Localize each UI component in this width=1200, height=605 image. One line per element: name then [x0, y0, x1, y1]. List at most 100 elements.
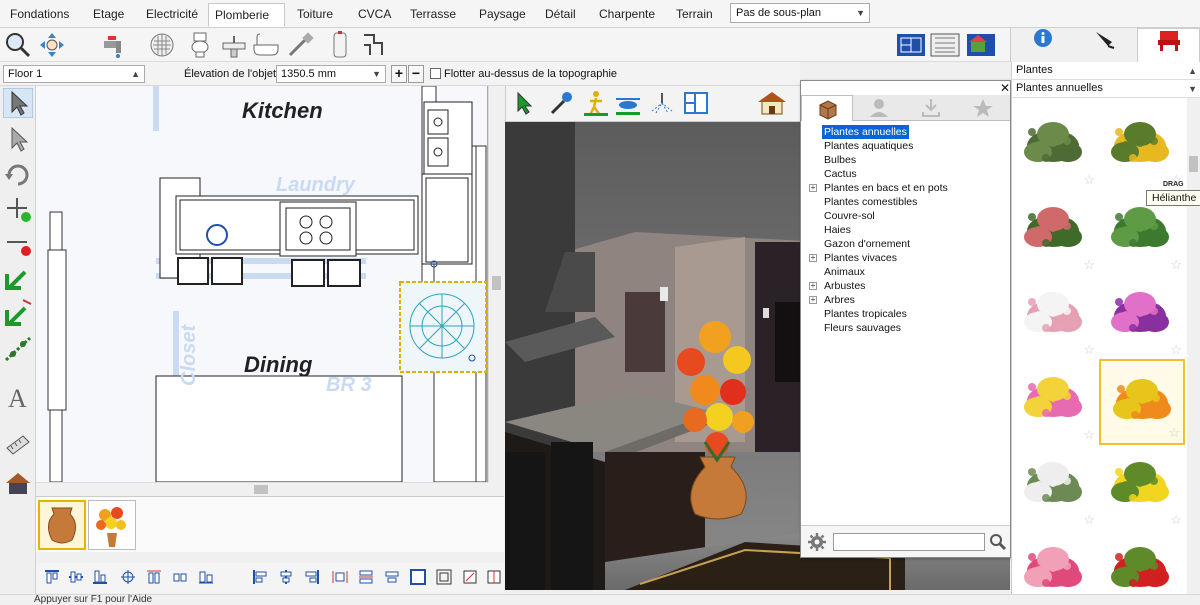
align-center-icon[interactable] — [278, 569, 294, 585]
zoom-icon[interactable] — [4, 31, 32, 59]
tab-cvca[interactable]: CVCA — [352, 3, 397, 27]
distribute-h-icon[interactable] — [146, 569, 162, 585]
favorite-star-icon[interactable]: ☆ — [1168, 425, 1180, 441]
tab-pen[interactable] — [1074, 28, 1137, 62]
plan-layout-icon[interactable] — [682, 89, 710, 117]
align-left-icon[interactable] — [252, 569, 268, 585]
tab-charpente[interactable]: Charpente — [593, 3, 661, 27]
stack-h-icon[interactable] — [384, 569, 400, 585]
plan-vertical-scrollbar[interactable] — [488, 86, 504, 482]
shower-icon[interactable] — [286, 31, 314, 59]
stack-icon[interactable] — [358, 569, 374, 585]
favorite-star-icon[interactable]: ☆ — [1083, 427, 1095, 443]
close-icon[interactable]: ✕ — [999, 81, 1011, 95]
tab-detail[interactable]: Détail — [539, 3, 582, 27]
tab-catalog[interactable] — [801, 95, 853, 121]
aerial-view-icon[interactable] — [614, 89, 642, 117]
floor-select[interactable]: Floor 1 ▲ — [3, 65, 145, 83]
catalog-item-white-flowering-shrub[interactable]: ☆ — [1012, 444, 1098, 530]
sprinkler-icon[interactable] — [648, 89, 676, 117]
tab-user-catalog[interactable] — [853, 95, 905, 121]
vase-thumbnail[interactable] — [38, 500, 86, 550]
catalog-item-orange-bouquet[interactable]: ☆ — [1099, 359, 1185, 445]
favorite-star-icon[interactable]: ☆ — [1170, 342, 1182, 358]
snap-icon[interactable] — [462, 569, 478, 585]
tab-etage[interactable]: Etage — [87, 3, 130, 27]
scroll-thumb[interactable] — [1189, 156, 1198, 172]
catalog-item-green-shrub[interactable]: ☆ — [1012, 104, 1098, 190]
align-top-icon[interactable] — [44, 569, 60, 585]
dimension-tool-icon[interactable] — [3, 430, 33, 460]
bathtub-icon[interactable] — [252, 31, 280, 59]
pipe-icon[interactable] — [360, 31, 388, 59]
multi-select-icon[interactable] — [3, 124, 33, 154]
catalog-item-flowering-bush[interactable]: ☆ — [1012, 189, 1098, 275]
catalog-scrollbar[interactable] — [1187, 98, 1200, 594]
pan-icon[interactable] — [38, 31, 66, 59]
elevation-plus-button[interactable]: + — [391, 65, 407, 83]
tab-info[interactable] — [1011, 28, 1074, 62]
tab-favorites[interactable] — [957, 95, 1009, 121]
catalog-item-red-flowers[interactable]: ☆ — [1099, 529, 1185, 594]
distribute-v-icon[interactable] — [172, 569, 188, 585]
walkthrough-icon[interactable] — [582, 89, 610, 117]
float-topography-checkbox[interactable] — [430, 68, 441, 79]
align-bottom-icon[interactable] — [92, 569, 108, 585]
favorite-star-icon[interactable]: ☆ — [1083, 342, 1095, 358]
favorite-star-icon[interactable]: ☆ — [1083, 512, 1095, 528]
tab-terrain[interactable]: Terrain — [670, 3, 719, 27]
category-select[interactable]: Plantes ▲ — [1012, 62, 1200, 80]
remove-point-icon[interactable] — [3, 228, 33, 258]
drain-grid-icon[interactable] — [148, 31, 176, 59]
add-point-icon[interactable] — [3, 194, 33, 224]
elevation-view-icon[interactable] — [930, 31, 960, 59]
water-heater-icon[interactable] — [326, 31, 354, 59]
3d-view-icon[interactable] — [966, 31, 996, 59]
center-icon[interactable] — [120, 569, 136, 585]
break-icon[interactable] — [3, 298, 33, 328]
subcategory-select[interactable]: Plantes annuelles ▼ — [1012, 80, 1200, 98]
rotate-icon[interactable] — [3, 160, 33, 190]
select-arrow-icon[interactable] — [3, 88, 33, 118]
scroll-thumb[interactable] — [254, 485, 268, 494]
align-middle-icon[interactable] — [68, 569, 84, 585]
toilet-icon[interactable] — [186, 31, 214, 59]
tab-toiture[interactable]: Toiture — [291, 3, 339, 27]
tab-electricite[interactable]: Electricité — [140, 3, 204, 27]
text-tool-icon[interactable]: A — [3, 382, 33, 412]
favorite-star-icon[interactable]: ☆ — [1083, 257, 1095, 273]
align-right-icon[interactable] — [304, 569, 320, 585]
tab-plomberie[interactable]: Plomberie — [208, 3, 285, 27]
library-search-input[interactable] — [833, 533, 985, 551]
floor-plan-view-icon[interactable] — [896, 31, 926, 59]
house-3d-icon[interactable] — [756, 89, 788, 117]
search-icon[interactable] — [989, 533, 1007, 551]
align-base-icon[interactable] — [198, 569, 214, 585]
subplan-select[interactable]: Pas de sous-plan ▼ — [730, 3, 870, 23]
space-evenly-icon[interactable] — [332, 569, 348, 585]
plan-horizontal-scrollbar[interactable] — [36, 482, 488, 496]
faucet-icon[interactable] — [100, 31, 128, 59]
spline-icon[interactable] — [3, 334, 33, 364]
catalog-item-sunflower[interactable]: ☆ — [1099, 104, 1185, 190]
double-frame-icon[interactable] — [436, 569, 452, 585]
tab-paysage[interactable]: Paysage — [473, 3, 532, 27]
gear-icon[interactable] — [807, 532, 827, 552]
favorite-star-icon[interactable]: ☆ — [1083, 172, 1095, 188]
mirror-icon[interactable] — [486, 569, 502, 585]
catalog-item-pink-flowers[interactable]: ☆ — [1012, 529, 1098, 594]
expand-icon[interactable]: + — [809, 184, 817, 192]
house-view-icon[interactable] — [3, 468, 33, 498]
frame-icon[interactable] — [410, 569, 426, 585]
elevation-input[interactable]: 1350.5 mm ▼ — [276, 65, 386, 83]
tab-fondations[interactable]: Fondations — [4, 3, 75, 27]
favorite-star-icon[interactable]: ☆ — [1170, 257, 1182, 273]
favorite-star-icon[interactable]: ☆ — [1170, 512, 1182, 528]
join-icon[interactable] — [3, 262, 33, 292]
elevation-minus-button[interactable]: − — [408, 65, 424, 83]
catalog-item-mixed-bouquet[interactable]: ☆ — [1012, 359, 1098, 445]
scroll-thumb[interactable] — [492, 276, 501, 290]
tab-downloads[interactable] — [905, 95, 957, 121]
expand-icon[interactable]: + — [809, 296, 817, 304]
expand-icon[interactable]: + — [809, 282, 817, 290]
